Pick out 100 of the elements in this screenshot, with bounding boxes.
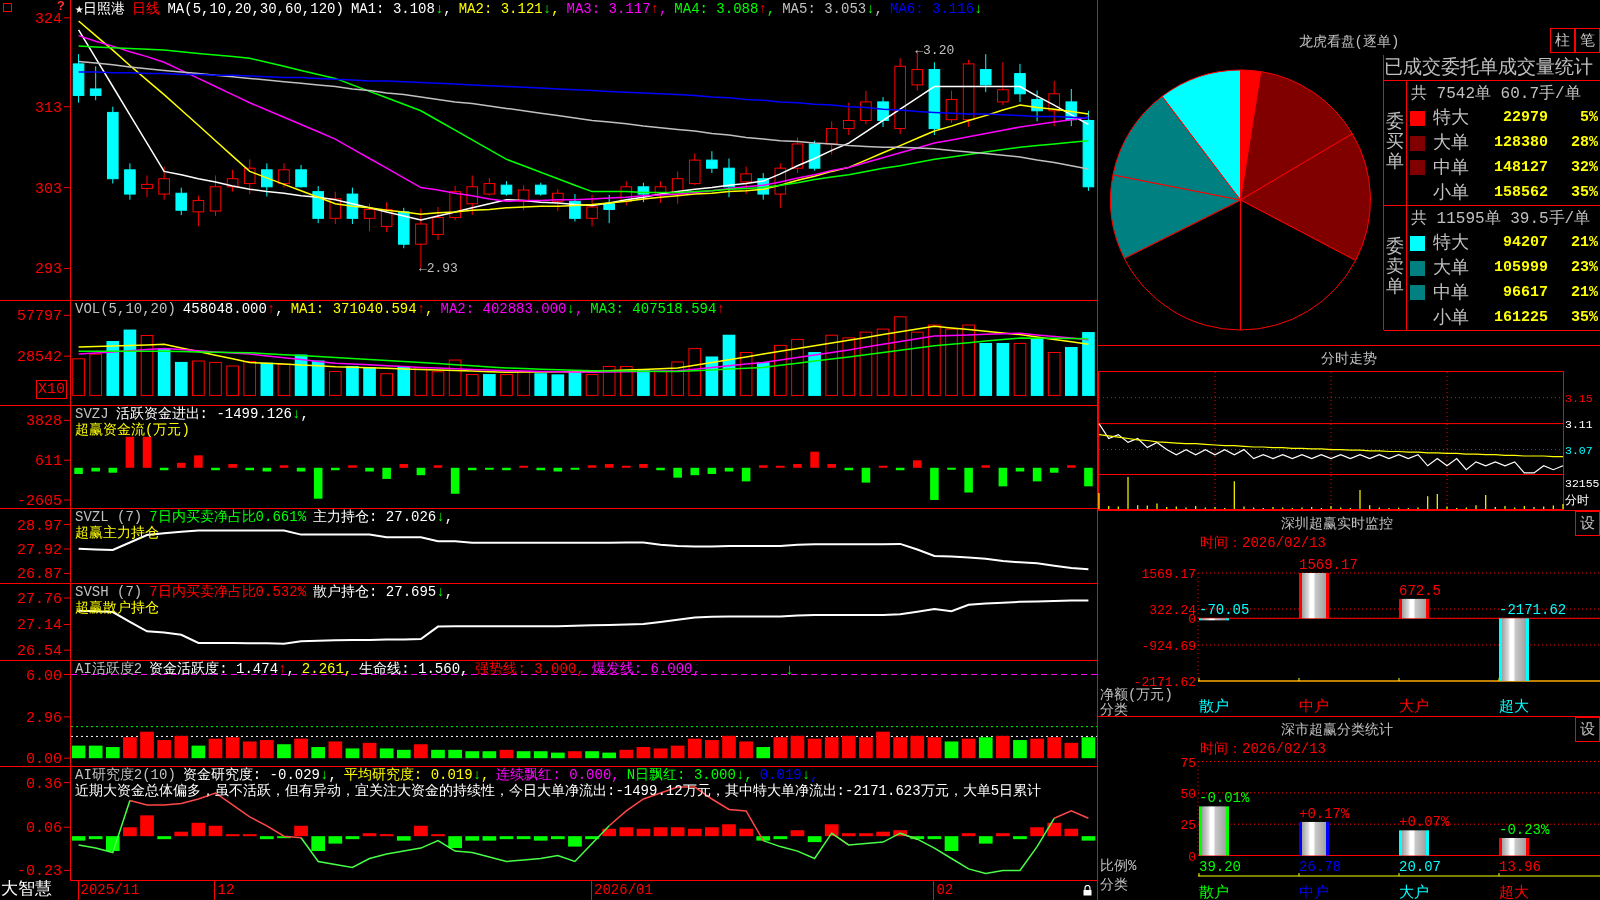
- category-bar: [1499, 838, 1529, 856]
- indicator-bar: [790, 735, 805, 759]
- indicator-bar: [910, 735, 925, 759]
- legend-text: ★日照港: [75, 1, 126, 17]
- candlestick: [740, 166, 752, 195]
- indicator-bar: [313, 467, 323, 499]
- indicator-bar: [328, 741, 343, 759]
- panel-title: 深圳超赢实时监控: [1280, 515, 1393, 532]
- axis-label: 28542: [17, 349, 62, 367]
- indicator-bar: [482, 836, 497, 841]
- indicator-bar: [653, 748, 668, 759]
- indicator-bar: [379, 834, 394, 837]
- indicator-bar: [142, 436, 152, 468]
- candlestick: [192, 195, 205, 227]
- candlestick: [979, 53, 992, 93]
- brand-label: 大智慧: [1, 880, 52, 900]
- indicator-bar: [519, 465, 528, 468]
- indicator-bar: [211, 467, 220, 471]
- indicator-bar: [947, 467, 956, 470]
- share-value: 23%: [1571, 258, 1598, 279]
- axis-label: 0.06: [26, 820, 62, 838]
- indicator-bar: [194, 455, 203, 468]
- candlestick: [877, 96, 889, 128]
- value-label: -70.05: [1199, 602, 1250, 619]
- indicator-bar: [516, 836, 531, 840]
- volume-bar: [688, 348, 702, 396]
- candlestick: [209, 174, 222, 217]
- volume-bar: [260, 362, 274, 396]
- indicator-bar: [996, 833, 1010, 837]
- indicator-bar: [157, 836, 171, 840]
- candlestick: [757, 172, 770, 201]
- indicator-bar: [981, 465, 990, 468]
- order-size-label: 特大: [1433, 108, 1470, 129]
- indicator-bar: [482, 751, 497, 759]
- volume-bar: [465, 374, 479, 396]
- indicator-bar: [587, 465, 597, 468]
- category-bar: [1199, 806, 1229, 856]
- axis-label: -0.23: [17, 863, 62, 880]
- axis-label: 0.36: [26, 775, 62, 793]
- indicator-bar: [724, 467, 734, 472]
- indicator-bar: [245, 467, 254, 471]
- category-label: 超大: [1499, 885, 1529, 900]
- axis-label: 27.76: [17, 590, 62, 608]
- indicator-bar: [191, 822, 206, 837]
- indicator-bar: [893, 830, 907, 837]
- candlestick: [825, 120, 838, 155]
- group-summary: 共 7542单 60.7手/单: [1411, 83, 1581, 104]
- candlestick: [158, 166, 170, 201]
- indicator-bar: [365, 467, 374, 472]
- axis-label: 3828: [26, 413, 62, 431]
- volume-bar: [157, 349, 171, 396]
- indicator-bar: [499, 836, 514, 840]
- legend-text: 0.019↓,: [759, 767, 819, 783]
- candlestick: [843, 102, 855, 136]
- candlestick: [1031, 90, 1043, 122]
- view-tab[interactable]: 笔: [1575, 28, 1600, 53]
- candlestick: [997, 61, 1009, 106]
- indicator-bar: [416, 467, 426, 476]
- volume-bar: [585, 374, 599, 396]
- volume-bar: [226, 365, 239, 396]
- volume-bar: [1013, 342, 1027, 396]
- axis-label: 324: [35, 10, 62, 28]
- volume-bar: [123, 329, 137, 396]
- indicator-bar: [656, 467, 665, 471]
- volume-bar: [825, 334, 839, 396]
- price-label: ←2.93: [418, 261, 458, 277]
- volume-bar: [739, 352, 753, 396]
- value-label: 672.5: [1399, 582, 1441, 599]
- axis-label: 0.00: [26, 751, 62, 766]
- view-tab[interactable]: 柱: [1550, 28, 1575, 53]
- candlestick: [329, 191, 342, 225]
- indicator-bar: [362, 833, 377, 837]
- axis-label: 27.14: [17, 617, 62, 635]
- candlestick: [243, 158, 256, 195]
- indicator-bar: [756, 836, 771, 841]
- volume-bar: [380, 373, 393, 396]
- candlestick: [483, 177, 496, 197]
- indicator-bar: [485, 467, 494, 470]
- settings-button[interactable]: 设: [1575, 511, 1600, 536]
- volume-bar: [654, 371, 667, 396]
- volume-bar: [346, 365, 359, 396]
- candlestick: [552, 188, 564, 212]
- indicator-bar: [756, 747, 771, 759]
- axis-label: 75: [1180, 756, 1196, 771]
- indicator-bar: [450, 467, 460, 494]
- indicator-bar: [1013, 740, 1027, 759]
- change-label: -0.23%: [1499, 822, 1550, 838]
- indicator-bar: [739, 828, 753, 837]
- candlestick: [654, 180, 667, 204]
- indicator-bar: [242, 741, 257, 759]
- volume-value: 158562: [1494, 182, 1548, 203]
- indicator-bar: [174, 831, 189, 837]
- help-mark[interactable]: ?: [57, 0, 65, 13]
- indicator-bar: [465, 751, 480, 759]
- candlestick: [1048, 80, 1060, 127]
- settings-button[interactable]: 设: [1575, 717, 1600, 742]
- date-label: 2026/01: [591, 881, 653, 900]
- indicator-bar: [225, 834, 240, 837]
- share-value: 28%: [1571, 133, 1598, 154]
- lock-icon[interactable]: [1083, 885, 1092, 896]
